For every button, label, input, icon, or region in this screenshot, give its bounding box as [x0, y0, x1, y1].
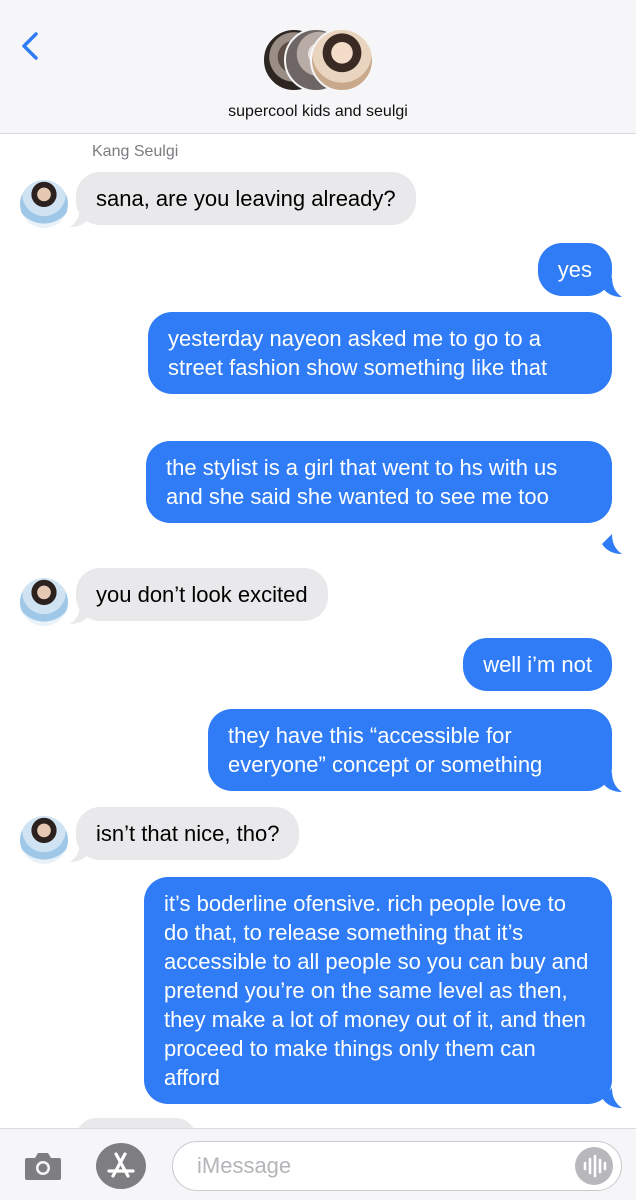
audio-waveform-icon — [583, 1154, 607, 1178]
message-bubble-incoming[interactable]: isn’t that nice, tho? — [76, 807, 300, 860]
camera-icon — [25, 1153, 61, 1180]
bubble-tail — [70, 842, 90, 862]
message-bubble-outgoing[interactable]: it’s boderline ofensive. rich people lov… — [144, 877, 612, 1104]
message-toolbar: iMessage — [0, 1128, 636, 1200]
group-avatars[interactable] — [262, 28, 374, 92]
avatar[interactable] — [20, 816, 68, 864]
bubble-tail — [602, 1088, 622, 1108]
camera-button[interactable] — [24, 1151, 62, 1181]
conversation-header: supercool kids and seulgi — [0, 0, 636, 134]
sender-name: Kang Seulgi — [92, 143, 179, 160]
message-bubble-incoming[interactable]: you don’t look excited — [76, 568, 328, 621]
group-name[interactable]: supercool kids and seulgi — [0, 103, 636, 121]
bubble-tail — [602, 534, 622, 554]
bubble-tail — [70, 207, 90, 227]
message-bubble-outgoing[interactable]: well i’m not — [463, 638, 612, 691]
app-store-icon — [107, 1152, 135, 1178]
app-store-button[interactable] — [96, 1143, 146, 1189]
message-bubble-outgoing[interactable]: they have this “accessible for everyone”… — [208, 709, 612, 791]
audio-message-button[interactable] — [575, 1147, 613, 1185]
back-button[interactable] — [16, 26, 48, 66]
message-bubble-incoming[interactable]: sana, are you leaving already? — [76, 172, 416, 225]
message-input[interactable]: iMessage — [172, 1141, 622, 1191]
message-input-placeholder: iMessage — [197, 1153, 292, 1178]
avatar[interactable] — [20, 578, 68, 626]
message-bubble-outgoing[interactable]: yesterday nayeon asked me to go to a str… — [148, 312, 612, 394]
message-bubble-outgoing[interactable]: the stylist is a girl that went to hs wi… — [146, 441, 612, 523]
bubble-tail — [602, 772, 622, 792]
bubble-tail — [602, 277, 622, 297]
avatar[interactable] — [20, 180, 68, 228]
group-avatar — [310, 28, 374, 92]
bubble-tail — [70, 604, 90, 624]
chevron-left-icon — [22, 32, 38, 60]
